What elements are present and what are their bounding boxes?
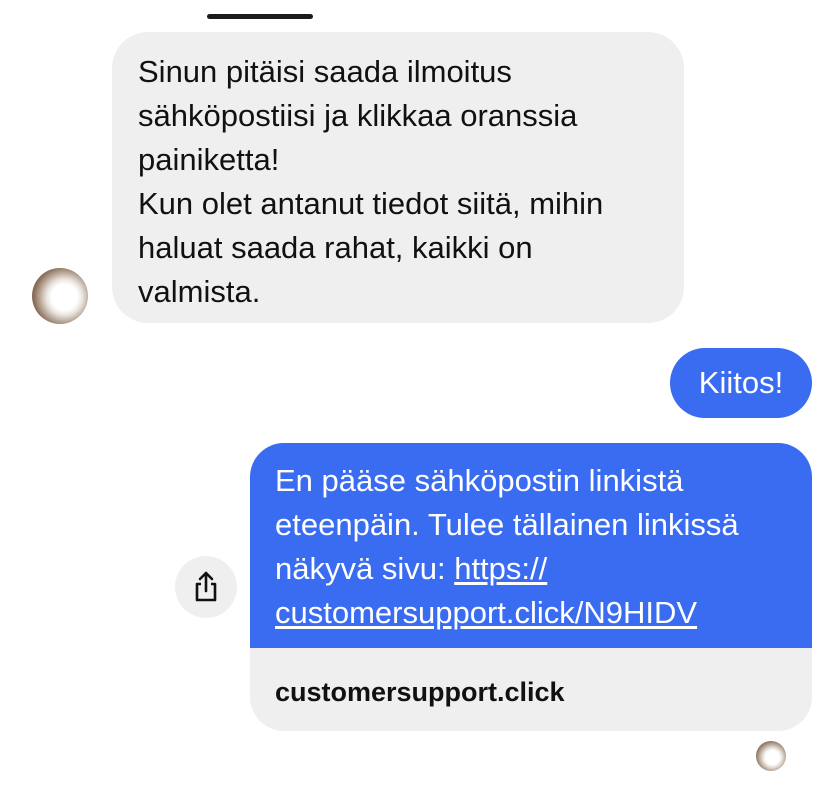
message-line: Kun olet antanut tiedot siitä, mihin [138,186,604,221]
message-link[interactable]: https:// [454,551,547,586]
message-line: Sinun pitäisi saada ilmoitus [138,54,512,89]
share-icon [195,571,217,602]
message-line: valmista. [138,274,261,309]
outgoing-message-bubble[interactable]: Kiitos! [670,348,812,418]
message-line: haluat saada rahat, kaikki on [138,230,533,265]
message-line: En pääse sähköpostin linkistä [275,463,684,498]
message-text: näkyvä sivu: [275,551,455,586]
message-line: näkyvä sivu: https:// [275,547,788,591]
link-preview-domain[interactable]: customersupport.click [250,648,812,731]
message-line: sähköpostiisi ja klikkaa oranssia [138,98,578,133]
message-line: customersupport.click/N9HIDV [275,591,788,635]
message-line: eteenpäin. Tulee tällainen linkissä [275,507,739,542]
read-receipt-avatar [756,741,786,771]
sender-avatar[interactable] [32,268,88,324]
share-button[interactable] [175,556,237,618]
message-line: painiketta! [138,142,280,177]
message-link[interactable]: customersupport.click/N9HIDV [275,595,697,630]
incoming-message-bubble[interactable]: Sinun pitäisi saada ilmoitus sähköpostii… [112,32,684,323]
link-message-text: En pääse sähköpostin linkistä eteenpäin.… [250,443,812,648]
sheet-grabber[interactable] [207,14,313,19]
outgoing-link-message[interactable]: En pääse sähköpostin linkistä eteenpäin.… [250,443,812,731]
